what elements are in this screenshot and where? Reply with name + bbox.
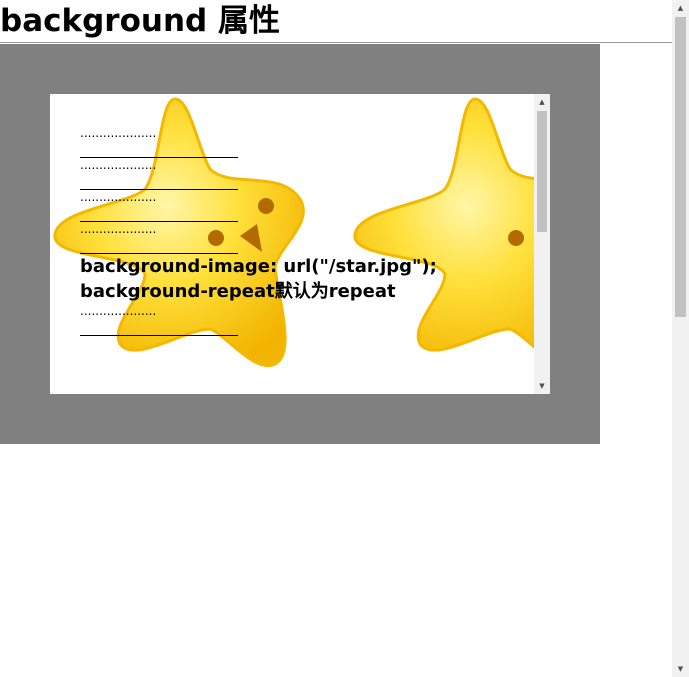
dotted-line: .................... [80, 190, 157, 204]
inner-scrollbar-thumb[interactable] [537, 111, 547, 232]
dotted-line: .................... [80, 158, 157, 172]
background-repeat-text: background-repeat默认为repeat [80, 281, 396, 302]
underline-line [80, 205, 238, 222]
dotted-line: .................... [80, 304, 157, 318]
page-scrollbar[interactable]: ▲ ▼ [672, 0, 689, 677]
underline-line [80, 173, 238, 190]
horizontal-rule [0, 42, 672, 43]
viewport: background 属性 .................... .....… [0, 0, 672, 677]
background-image-text: background-image: url("/star.jpg"); [80, 256, 437, 277]
page-title: background 属性 [0, 3, 280, 39]
underline-line [80, 319, 238, 336]
scroll-up-arrow-icon[interactable]: ▲ [534, 94, 550, 110]
dotted-line: .................... [80, 222, 157, 236]
dotted-line: .................... [80, 126, 157, 140]
scroll-down-arrow-icon[interactable]: ▼ [534, 378, 550, 394]
underline-line [80, 141, 238, 158]
inner-scrollbar[interactable]: ▲ ▼ [534, 94, 550, 394]
page-scrollbar-thumb[interactable] [675, 17, 686, 317]
scroll-down-arrow-icon[interactable]: ▼ [672, 661, 689, 677]
inner-content: .................... ...................… [80, 126, 520, 336]
scrollable-background-box[interactable]: .................... ...................… [50, 94, 550, 394]
browser-page: background 属性 .................... .....… [0, 0, 689, 677]
scroll-up-arrow-icon[interactable]: ▲ [672, 0, 689, 16]
outer-gray-box: .................... ...................… [0, 44, 600, 444]
underline-line [80, 237, 238, 254]
